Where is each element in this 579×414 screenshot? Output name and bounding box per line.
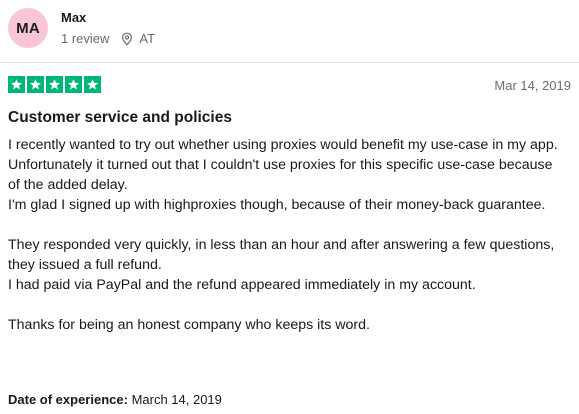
review-text-line: I'm glad I signed up with highproxies th… [8,197,546,213]
review-text-line: I had paid via PayPal and the refund app… [8,277,476,293]
star-rating [8,76,103,93]
review-date: Mar 14, 2019 [494,78,571,93]
reviewer-country: AT [139,30,156,46]
date-of-experience: Date of experience: March 14, 2019 [8,392,222,407]
review-text-line: I recently wanted to try out whether usi… [8,137,558,153]
reviewer-name[interactable]: Max [61,10,155,26]
star-icon [65,76,82,93]
star-icon [46,76,63,93]
star-icon [8,76,25,93]
review-text-line: Thanks for being an honest company who k… [8,317,370,333]
location-pin-icon [122,32,133,46]
review-text-line: Unfortunately it turned out that I could… [8,157,553,193]
review-count: 1 review [61,30,110,46]
review-paragraph: Thanks for being an honest company who k… [8,315,568,335]
divider [0,62,579,63]
reviewer-meta: 1 review AT [61,31,155,47]
review-text-line: They responded very quickly, in less tha… [8,237,555,273]
review-body: I recently wanted to try out whether usi… [8,135,568,355]
reviewer-info: Max 1 review AT [61,10,155,47]
review-paragraph: I recently wanted to try out whether usi… [8,135,568,215]
review-paragraph: They responded very quickly, in less tha… [8,235,568,295]
experience-label: Date of experience: [8,392,128,407]
avatar[interactable]: MA [8,8,48,48]
star-icon [84,76,101,93]
reviewer-header: MA Max 1 review AT [8,6,155,50]
review-title[interactable]: Customer service and policies [8,109,232,127]
experience-date: March 14, 2019 [131,392,222,407]
star-icon [27,76,44,93]
